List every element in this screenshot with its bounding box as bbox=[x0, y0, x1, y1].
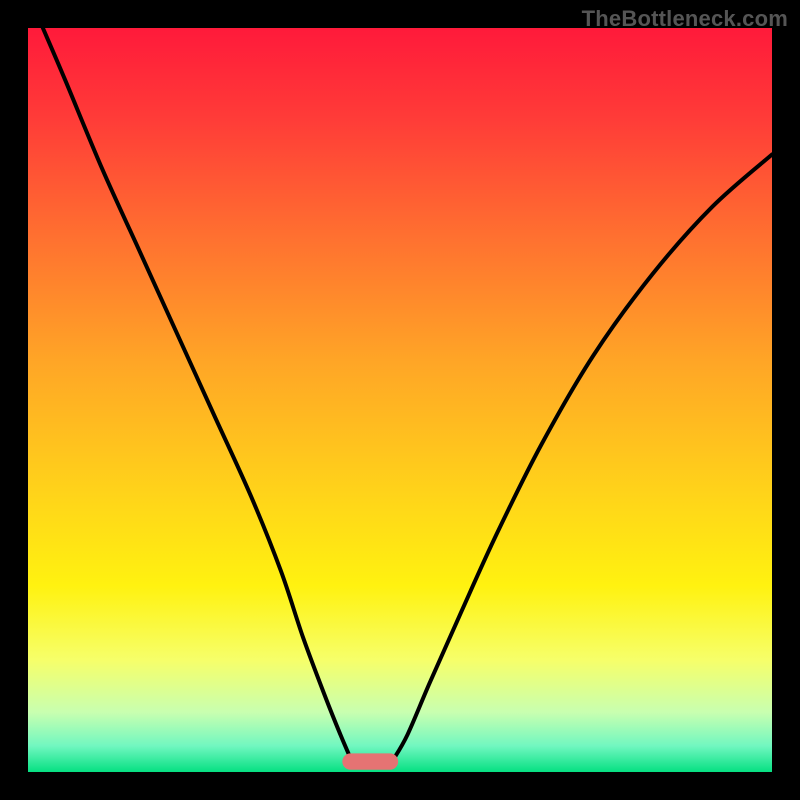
chart-plot bbox=[28, 28, 772, 772]
chart-frame: TheBottleneck.com bbox=[0, 0, 800, 800]
bottleneck-marker bbox=[342, 753, 398, 769]
bottleneck-marker-rect bbox=[342, 753, 398, 769]
gradient-background bbox=[28, 28, 772, 772]
